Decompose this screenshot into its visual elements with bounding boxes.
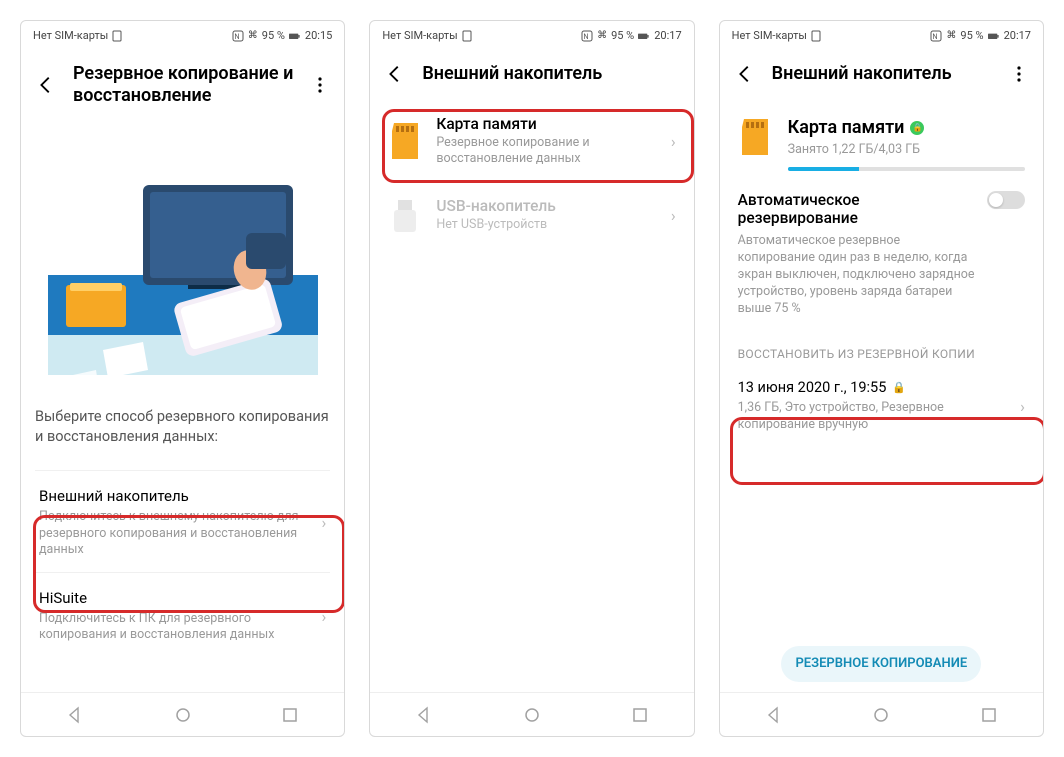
nav-recent-icon[interactable]: [979, 705, 999, 725]
nfc-icon: N: [232, 30, 244, 40]
phone-screen-1: Нет SIM-карты N ⌘ 95 % 20:15 Резервное к…: [20, 20, 345, 737]
storage-memory-card[interactable]: Карта памяти Резервное копирование и вос…: [384, 101, 679, 182]
chevron-right-icon: ›: [1020, 397, 1025, 416]
auto-backup-toggle[interactable]: [987, 191, 1025, 209]
nav-recent-icon[interactable]: [630, 705, 650, 725]
backup-date: 13 июня 2020 г., 19:55: [738, 379, 887, 396]
page-title: Внешний накопитель: [772, 63, 993, 85]
usb-drive-icon: [388, 196, 422, 236]
option-title: HiSuite: [39, 589, 312, 607]
sim-icon: [112, 30, 124, 40]
page-title: Внешний накопитель: [422, 63, 679, 85]
auto-backup-desc: Автоматическое резервное копирование оди…: [738, 233, 977, 317]
backup-entry[interactable]: 13 июня 2020 г., 19:55 🔒 1,36 ГБ, Это ус…: [734, 369, 1029, 443]
bluetooth-icon: ⌘: [597, 30, 607, 41]
nav-back-icon[interactable]: [414, 705, 434, 725]
clock-text: 20:17: [1004, 29, 1031, 42]
nav-back-icon[interactable]: [764, 705, 784, 725]
sim-status-text: Нет SIM-карты: [33, 29, 108, 42]
memory-card-icon: [388, 121, 422, 161]
phone-screen-3: Нет SIM-карты N ⌘ 95 % 20:17 Внешний нак…: [719, 20, 1044, 737]
memory-usage-text: Занято 1,22 ГБ/4,03 ГБ: [788, 142, 1025, 157]
chevron-right-icon: ›: [322, 513, 327, 532]
sim-status-text: Нет SIM-карты: [732, 29, 807, 42]
page-title: Резервное копирование и восстановление: [73, 63, 294, 106]
chevron-right-icon: ›: [322, 607, 327, 626]
back-arrow-icon[interactable]: [384, 63, 406, 85]
restore-section-header: ВОССТАНОВИТЬ ИЗ РЕЗЕРВНОЙ КОПИИ: [734, 329, 1029, 369]
memory-title: Карта памяти: [788, 117, 905, 138]
row-title: USB-накопитель: [436, 197, 657, 215]
back-arrow-icon[interactable]: [734, 63, 756, 85]
nfc-icon: N: [930, 30, 942, 40]
option-title: Внешний накопитель: [39, 487, 312, 505]
option-subtitle: Подключитесь к внешнему накопителю для р…: [39, 509, 312, 558]
nav-bar: [370, 692, 693, 736]
svg-text:N: N: [584, 33, 589, 41]
back-arrow-icon[interactable]: [35, 74, 57, 96]
nav-home-icon[interactable]: [871, 705, 891, 725]
backup-details: 1,36 ГБ, Это устройство, Резервное копир…: [738, 400, 1011, 433]
auto-backup-title: Автоматическое резервирование: [738, 191, 977, 227]
bluetooth-icon: ⌘: [248, 30, 258, 41]
more-menu-icon[interactable]: [1009, 64, 1029, 84]
memory-card-summary[interactable]: Карта памяти 🔒 Занято 1,22 ГБ/4,03 ГБ: [734, 101, 1029, 179]
memory-card-icon: [738, 117, 772, 157]
status-bar: Нет SIM-карты N ⌘ 95 % 20:17: [720, 21, 1043, 49]
app-header: Внешний накопитель: [720, 49, 1043, 101]
phone-screen-2: Нет SIM-карты N ⌘ 95 % 20:17 Внешний нак…: [369, 20, 694, 737]
nfc-icon: N: [581, 30, 593, 40]
chevron-right-icon: ›: [671, 132, 676, 151]
lock-icon: 🔒: [892, 381, 906, 394]
backup-now-button[interactable]: РЕЗЕРВНОЕ КОПИРОВАНИЕ: [781, 646, 981, 682]
nav-bar: [21, 692, 344, 736]
sim-status-text: Нет SIM-карты: [382, 29, 457, 42]
clock-text: 20:17: [654, 29, 681, 42]
battery-icon: [289, 30, 301, 40]
svg-text:N: N: [933, 33, 938, 41]
backup-illustration: [35, 132, 330, 387]
chevron-right-icon: ›: [671, 206, 676, 225]
sim-icon: [811, 30, 823, 40]
option-hisuite[interactable]: HiSuite Подключитесь к ПК для резервного…: [35, 572, 330, 658]
battery-icon: [988, 30, 1000, 40]
lock-badge-icon: 🔒: [910, 121, 924, 135]
sim-icon: [462, 30, 474, 40]
nav-home-icon[interactable]: [173, 705, 193, 725]
app-header: Резервное копирование и восстановление: [21, 49, 344, 122]
svg-text:N: N: [234, 33, 239, 41]
row-subtitle: Нет USB-устройств: [436, 217, 657, 233]
more-menu-icon[interactable]: [310, 75, 330, 95]
nav-recent-icon[interactable]: [280, 705, 300, 725]
nav-back-icon[interactable]: [65, 705, 85, 725]
status-bar: Нет SIM-карты N ⌘ 95 % 20:15: [21, 21, 344, 49]
status-bar: Нет SIM-карты N ⌘ 95 % 20:17: [370, 21, 693, 49]
row-subtitle: Резервное копирование и восстановление д…: [436, 135, 657, 168]
battery-pct: 95 %: [960, 29, 983, 42]
bluetooth-icon: ⌘: [946, 30, 956, 41]
nav-home-icon[interactable]: [522, 705, 542, 725]
storage-usb: USB-накопитель Нет USB-устройств ›: [384, 182, 679, 250]
option-subtitle: Подключитесь к ПК для резервного копиров…: [39, 611, 312, 644]
prompt-text: Выберите способ резервного копирования и…: [35, 407, 330, 446]
storage-progress-bar: [788, 167, 1025, 171]
app-header: Внешний накопитель: [370, 49, 693, 101]
row-title: Карта памяти: [436, 115, 657, 133]
nav-bar: [720, 692, 1043, 736]
battery-pct: 95 %: [611, 29, 634, 42]
auto-backup-row[interactable]: Автоматическое резервирование Автоматиче…: [734, 179, 1029, 329]
clock-text: 20:15: [305, 29, 332, 42]
battery-pct: 95 %: [262, 29, 285, 42]
option-external-storage[interactable]: Внешний накопитель Подключитесь к внешне…: [35, 470, 330, 572]
battery-icon: [638, 30, 650, 40]
